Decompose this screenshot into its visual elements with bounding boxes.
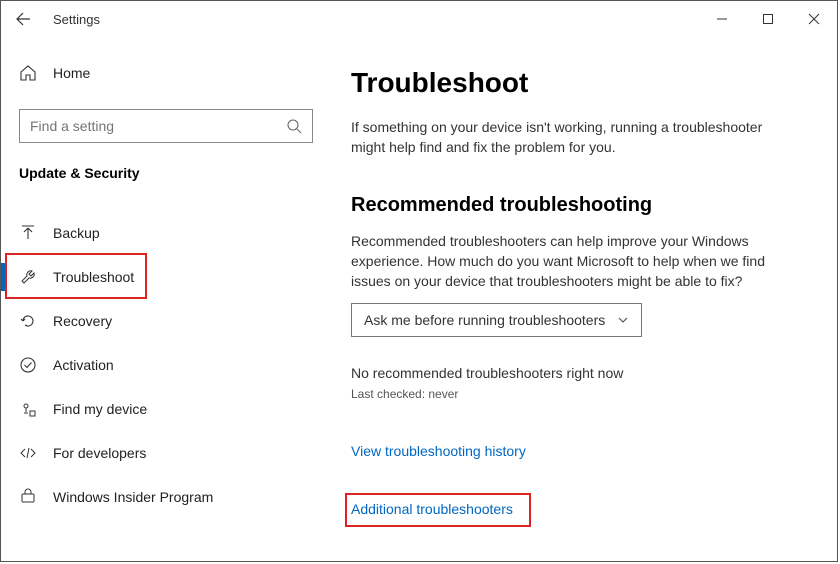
page-intro: If something on your device isn't workin…	[351, 117, 771, 158]
back-button[interactable]	[15, 11, 35, 27]
sidebar-item-label: Backup	[53, 225, 100, 241]
sidebar-item-insider[interactable]: Windows Insider Program	[1, 475, 331, 519]
developers-icon	[19, 444, 39, 462]
window-title: Settings	[53, 12, 100, 27]
sidebar-item-label: Activation	[53, 357, 114, 373]
dropdown-value: Ask me before running troubleshooters	[364, 312, 605, 328]
sidebar-home[interactable]: Home	[1, 53, 331, 93]
find-device-icon	[19, 400, 39, 418]
sidebar-item-activation[interactable]: Activation	[1, 343, 331, 387]
section-body: Recommended troubleshooters can help imp…	[351, 231, 771, 292]
link-troubleshooting-history[interactable]: View troubleshooting history	[351, 443, 526, 459]
sidebar-item-developers[interactable]: For developers	[1, 431, 331, 475]
recovery-icon	[19, 312, 39, 330]
insider-icon	[19, 488, 39, 506]
maximize-icon	[762, 13, 774, 25]
wrench-icon	[19, 268, 39, 286]
last-checked: Last checked: never	[351, 387, 797, 401]
home-icon	[19, 64, 39, 82]
search-input[interactable]	[30, 118, 286, 134]
back-arrow-icon	[15, 11, 31, 27]
minimize-button[interactable]	[699, 1, 745, 37]
minimize-icon	[716, 13, 728, 25]
section-title: Recommended troubleshooting	[351, 194, 797, 217]
status-line: No recommended troubleshooters right now	[351, 365, 797, 381]
sidebar-item-label: Find my device	[53, 401, 147, 417]
sidebar-home-label: Home	[53, 65, 90, 81]
troubleshooter-preference-dropdown[interactable]: Ask me before running troubleshooters	[351, 303, 642, 337]
sidebar-item-label: Troubleshoot	[53, 269, 134, 285]
sidebar-item-label: For developers	[53, 445, 146, 461]
link-additional-troubleshooters[interactable]: Additional troubleshooters	[351, 501, 513, 517]
backup-icon	[19, 224, 39, 242]
page-title: Troubleshoot	[351, 67, 797, 99]
search-box[interactable]	[19, 109, 313, 143]
search-icon	[286, 118, 302, 134]
close-button[interactable]	[791, 1, 837, 37]
sidebar-item-label: Recovery	[53, 313, 112, 329]
sidebar-item-findmydevice[interactable]: Find my device	[1, 387, 331, 431]
sidebar-section-header: Update & Security	[1, 143, 331, 181]
sidebar-item-recovery[interactable]: Recovery	[1, 299, 331, 343]
chevron-down-icon	[617, 314, 629, 326]
check-circle-icon	[19, 356, 39, 374]
close-icon	[808, 13, 820, 25]
sidebar-item-backup[interactable]: Backup	[1, 211, 331, 255]
maximize-button[interactable]	[745, 1, 791, 37]
sidebar-item-troubleshoot[interactable]: Troubleshoot	[1, 255, 331, 299]
sidebar-item-label: Windows Insider Program	[53, 489, 213, 505]
